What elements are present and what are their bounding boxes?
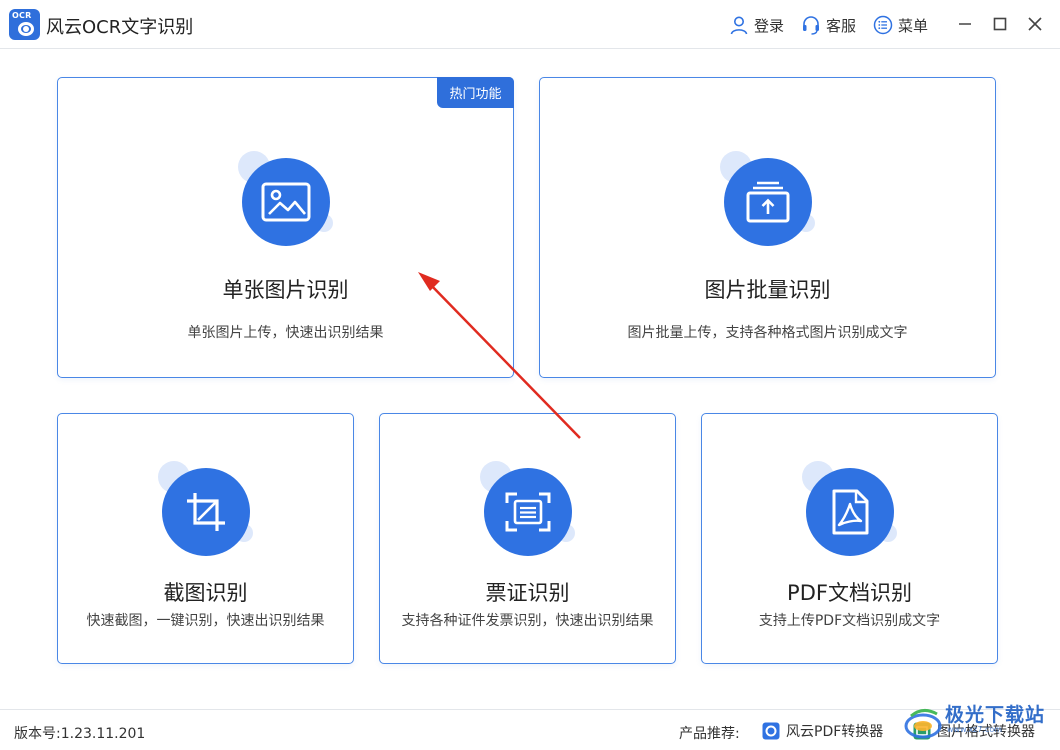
card-title: 图片批量识别 xyxy=(704,278,831,302)
logo-text: OCR xyxy=(12,11,32,20)
status-bar: 版本号:1.23.11.201 产品推荐: 风云PDF转换器 图片格式转换器 xyxy=(0,709,1060,750)
login-label: 登录 xyxy=(754,16,785,35)
service-button[interactable]: 客服 xyxy=(801,13,856,37)
login-button[interactable]: 登录 xyxy=(729,13,784,37)
app-title: 风云OCR文字识别 xyxy=(46,17,194,38)
watermark-text: 极光下载站 xyxy=(945,704,1046,726)
menu-list-icon xyxy=(873,15,893,35)
card-description: 快速截图，一键识别，快速出识别结果 xyxy=(86,613,325,629)
card-description: 支持各种证件发票识别，快速出识别结果 xyxy=(401,613,654,629)
version-text: 版本号:1.23.11.201 xyxy=(14,726,146,742)
card-title: 截图识别 xyxy=(163,581,248,605)
title-bar: OCR 风云OCR文字识别 登录 客服 菜单 xyxy=(0,0,1060,49)
batch-upload-icon xyxy=(723,158,812,246)
recommend-item-label: 风云PDF转换器 xyxy=(786,724,884,740)
card-title: 单张图片识别 xyxy=(222,278,349,302)
recommend-label: 产品推荐: xyxy=(679,726,740,742)
card-description: 支持上传PDF文档识别成文字 xyxy=(758,613,941,629)
headset-icon xyxy=(803,16,819,35)
card-screenshot-recognition[interactable]: 截图识别 快速截图，一键识别，快速出识别结果 xyxy=(57,413,354,664)
app-logo-icon: OCR xyxy=(9,9,40,40)
watermark-url: www.xz7.com xyxy=(947,725,1003,734)
card-description: 图片批量上传，支持各种格式图片识别成文字 xyxy=(627,325,908,341)
service-label: 客服 xyxy=(826,16,857,35)
maximize-button[interactable] xyxy=(989,13,1011,35)
card-title: PDF文档识别 xyxy=(787,581,912,605)
pdf-icon xyxy=(805,468,894,556)
site-watermark: 极光下载站 www.xz7.com xyxy=(903,698,1058,748)
maximize-icon xyxy=(993,17,1007,31)
image-icon xyxy=(241,158,330,246)
recommend-pdf-converter-link[interactable]: 风云PDF转换器 xyxy=(762,721,883,741)
card-description: 单张图片上传，快速出识别结果 xyxy=(187,325,384,341)
pdf-converter-icon xyxy=(762,722,780,740)
card-title: 票证识别 xyxy=(485,581,570,605)
crop-icon xyxy=(161,468,250,556)
card-pdf-recognition[interactable]: PDF文档识别 支持上传PDF文档识别成文字 xyxy=(701,413,998,664)
close-button[interactable] xyxy=(1024,13,1046,35)
card-batch-image-recognition[interactable]: 图片批量识别 图片批量上传，支持各种格式图片识别成文字 xyxy=(539,77,996,378)
card-certificate-recognition[interactable]: 票证识别 支持各种证件发票识别，快速出识别结果 xyxy=(379,413,676,664)
close-icon xyxy=(1028,17,1042,31)
scan-document-icon xyxy=(483,468,572,556)
watermark-logo-icon xyxy=(904,709,942,739)
minimize-icon xyxy=(959,23,971,25)
minimize-button[interactable] xyxy=(954,13,976,35)
menu-button[interactable]: 菜单 xyxy=(873,13,928,37)
user-icon xyxy=(730,16,748,35)
menu-label: 菜单 xyxy=(898,16,929,35)
card-single-image-recognition[interactable]: 热门功能 单张图片识别 单张图片上传，快速出识别结果 xyxy=(57,77,514,378)
hot-feature-badge: 热门功能 xyxy=(437,77,514,108)
